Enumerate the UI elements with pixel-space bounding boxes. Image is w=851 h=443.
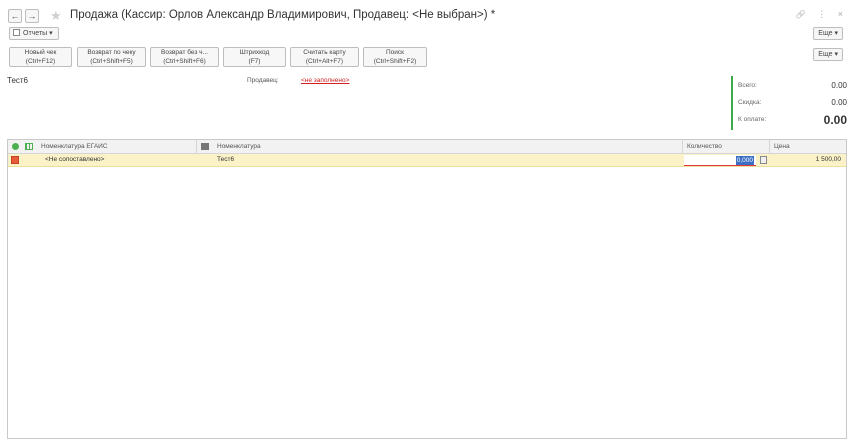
link-icon[interactable]: 🔗 <box>796 10 806 19</box>
button-shortcut: (Ctrl+Shift+F2) <box>373 57 417 65</box>
button-label: Штрихкод <box>239 49 270 56</box>
button-shortcut: (Ctrl+F12) <box>25 57 56 65</box>
more-menu-icon[interactable]: ⋮ <box>817 9 826 19</box>
column-divider <box>769 140 770 153</box>
window-controls: 🔗 ⋮ × <box>787 9 843 20</box>
button-shortcut: (F7) <box>248 57 261 65</box>
favorite-star-icon[interactable]: ★ <box>50 8 62 23</box>
return-without-receipt-button[interactable]: Возврат без ч... (Ctrl+Shift+F6) <box>150 47 219 67</box>
button-label: Считать карту <box>303 49 346 56</box>
cell-nomenclature[interactable]: Тест6 <box>217 154 234 166</box>
total-value: 0.00 <box>831 81 847 90</box>
document-label: Тест6 <box>7 76 28 85</box>
status-icon <box>12 143 19 150</box>
column-header-quantity[interactable]: Количество <box>687 140 722 153</box>
to-pay-row: К оплате: 0.00 <box>738 113 847 127</box>
button-label: Новый чек <box>24 49 57 56</box>
report-icon <box>13 29 20 36</box>
seller-link[interactable]: <не заполнено> <box>301 77 349 84</box>
arrow-left-icon: ← <box>10 11 20 21</box>
to-pay-label: К оплате: <box>738 116 767 123</box>
alcohol-mark-icon <box>11 156 19 164</box>
close-icon[interactable]: × <box>838 9 843 19</box>
button-shortcut: (Ctrl+Shift+F6) <box>163 57 206 65</box>
column-header-price[interactable]: Цена <box>774 140 790 153</box>
page-title: Продажа (Кассир: Орлов Александр Владими… <box>70 9 496 21</box>
chevron-down-icon: ▾ <box>49 30 53 37</box>
back-button[interactable]: ← <box>8 9 22 23</box>
button-shortcut: (Ctrl+Shift+F5) <box>90 57 133 65</box>
more-button-commands[interactable]: Еще ▾ <box>813 48 843 61</box>
cell-egais[interactable]: <Не сопоставлено> <box>45 154 104 166</box>
read-card-button[interactable]: Считать карту (Ctrl+Alt+F7) <box>290 47 359 67</box>
seller-label: Продавец: <box>247 77 279 84</box>
barcode-icon <box>201 143 209 150</box>
reports-button[interactable]: Отчеты ▾ <box>9 27 59 40</box>
calculator-icon[interactable] <box>760 156 767 164</box>
search-button[interactable]: Поиск (Ctrl+Shift+F2) <box>363 47 427 67</box>
new-receipt-button[interactable]: Новый чек (Ctrl+F12) <box>9 47 72 67</box>
button-label: Возврат без ч... <box>161 49 208 56</box>
reports-label: Отчеты <box>23 30 48 37</box>
more-label: Еще <box>818 30 833 37</box>
total-label: Всего: <box>738 82 757 89</box>
chevron-down-icon: ▾ <box>834 30 838 37</box>
quantity-value[interactable]: 0,000 <box>735 156 754 165</box>
goods-table: Номенклатура ЕГАИС Номенклатура Количест… <box>7 139 847 439</box>
chevron-down-icon: ▾ <box>834 51 838 58</box>
column-header-egais[interactable]: Номенклатура ЕГАИС <box>41 140 108 153</box>
return-by-receipt-button[interactable]: Возврат по чеку (Ctrl+Shift+F5) <box>77 47 146 67</box>
discount-row: Скидка: 0.00 <box>738 98 847 107</box>
button-shortcut: (Ctrl+Alt+F7) <box>305 57 344 65</box>
forward-button[interactable]: → <box>25 9 39 23</box>
column-divider <box>682 140 683 153</box>
cell-price[interactable]: 1 500,00 <box>816 154 841 166</box>
totals-panel: Всего: 0.00 Скидка: 0.00 К оплате: 0.00 <box>731 76 847 130</box>
button-label: Поиск <box>385 49 404 56</box>
barcode-button[interactable]: Штрихкод (F7) <box>223 47 286 67</box>
title-bar: ← → ★ Продажа (Кассир: Орлов Александр В… <box>8 8 843 24</box>
more-label: Еще <box>818 51 833 58</box>
column-header-nomenclature[interactable]: Номенклатура <box>217 140 261 153</box>
quantity-input[interactable]: 0,000 <box>684 155 756 166</box>
more-button-top[interactable]: Еще ▾ <box>813 27 843 40</box>
discount-label: Скидка: <box>738 99 762 106</box>
grid-icon <box>25 143 33 150</box>
to-pay-value: 0.00 <box>823 113 847 127</box>
total-row: Всего: 0.00 <box>738 81 847 90</box>
arrow-right-icon: → <box>27 11 37 21</box>
column-divider <box>196 140 197 153</box>
table-row[interactable]: <Не сопоставлено> Тест6 0,000 1 500,00 <box>8 154 846 167</box>
table-header: Номенклатура ЕГАИС Номенклатура Количест… <box>8 140 846 154</box>
discount-value: 0.00 <box>831 98 847 107</box>
button-label: Возврат по чеку <box>87 49 136 56</box>
